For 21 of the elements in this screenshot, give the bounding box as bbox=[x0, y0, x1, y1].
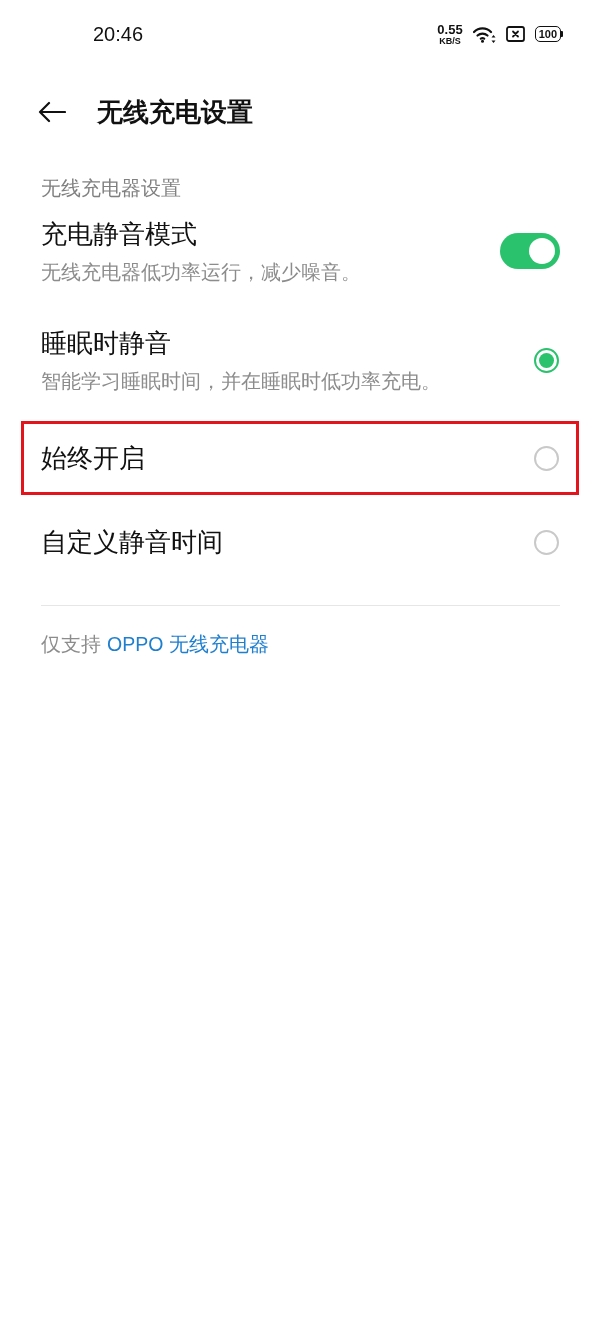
radio-button[interactable] bbox=[534, 347, 559, 373]
net-speed-text: 0.55 bbox=[437, 22, 463, 36]
back-icon[interactable] bbox=[38, 101, 66, 123]
option-title: 睡眠时静音 bbox=[41, 327, 172, 359]
footer-link[interactable]: OPPO 无线充电器 bbox=[107, 632, 269, 656]
page-title: 无线充电设置 bbox=[97, 96, 253, 128]
section-title: 无线充电器设置 bbox=[41, 176, 182, 200]
setting-title: 充电静音模式 bbox=[41, 218, 198, 250]
option-title: 自定义静音时间 bbox=[41, 526, 223, 558]
battery-percent: 100 bbox=[538, 28, 557, 40]
net-unit-text: KB/S bbox=[439, 35, 461, 46]
footer-note: 仅支持 bbox=[41, 632, 101, 656]
option-description: 智能学习睡眠时间，并在睡眠时低功率充电。 bbox=[41, 369, 441, 393]
radio-button[interactable] bbox=[534, 529, 559, 555]
radio-button[interactable] bbox=[534, 445, 559, 471]
toggle-switch[interactable] bbox=[500, 233, 560, 269]
option-title: 始终开启 bbox=[41, 442, 145, 474]
clock-time: 20:46 bbox=[93, 24, 144, 44]
setting-description: 无线充电器低功率运行，减少噪音。 bbox=[41, 260, 361, 284]
wifi-icon bbox=[472, 25, 496, 43]
crossed-box-icon bbox=[505, 26, 525, 42]
